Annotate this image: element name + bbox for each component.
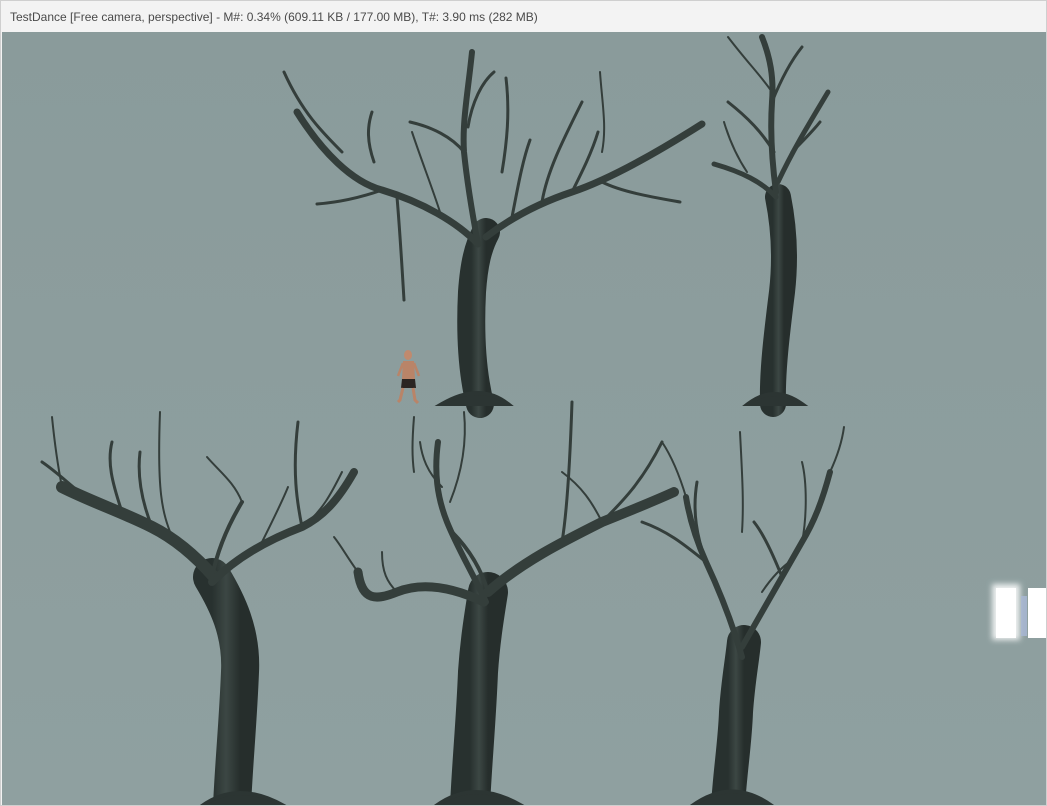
light-source	[992, 584, 1046, 640]
app-window: TestDance [Free camera, perspective] - M…	[0, 0, 1047, 806]
scene-background	[2, 32, 1046, 805]
window-title: TestDance [Free camera, perspective] - M…	[10, 9, 538, 24]
3d-viewport[interactable]	[2, 32, 1047, 806]
scene-canvas[interactable]	[2, 32, 1047, 806]
window-titlebar[interactable]: TestDance [Free camera, perspective] - M…	[1, 1, 1046, 32]
